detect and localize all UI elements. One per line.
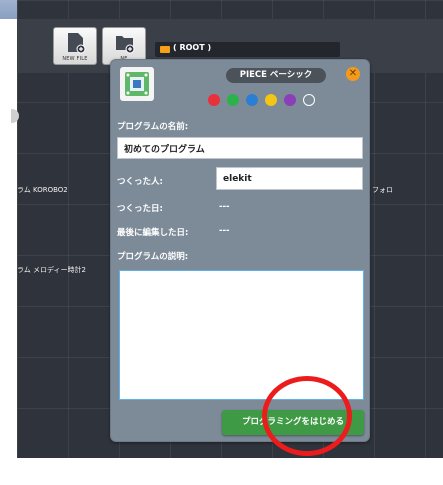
color-green-option[interactable]: [227, 94, 240, 106]
modified-date-label: 最後に編集した日:: [117, 228, 189, 238]
color-none-option[interactable]: [303, 94, 316, 106]
breadcrumb[interactable]: ( ROOT ): [155, 42, 340, 57]
program-name-field[interactable]: [117, 137, 363, 159]
color-yellow-option[interactable]: [265, 94, 278, 106]
close-button[interactable]: ✕: [346, 67, 360, 81]
file-item-melody-clock2[interactable]: ラム メロディー時計2: [17, 265, 86, 275]
program-name-label: プログラムの名前:: [117, 122, 189, 132]
color-red-option[interactable]: [208, 94, 220, 106]
modified-date-value: ---: [219, 226, 230, 236]
highlight-circle: [262, 376, 352, 456]
color-selector: [208, 94, 317, 113]
new-file-button[interactable]: NEW FILE: [53, 27, 97, 65]
folder-icon: [160, 46, 170, 53]
file-item-follow[interactable]: フォロ: [372, 185, 393, 195]
file-item-korobo2[interactable]: ラム KOROBO2: [17, 185, 68, 195]
created-date-label: つくった日:: [117, 204, 163, 214]
color-blue-option[interactable]: [246, 94, 259, 106]
description-label: プログラムの説明:: [117, 252, 189, 262]
board-type-badge[interactable]: PIECE ベーシック: [226, 68, 326, 83]
new-file-icon: [68, 33, 86, 54]
new-file-label: NEW FILE: [62, 56, 88, 62]
color-purple-option[interactable]: [284, 94, 297, 106]
piece-board-icon: [120, 67, 154, 101]
new-folder-icon: [116, 36, 135, 54]
breadcrumb-path: ( ROOT ): [173, 43, 212, 52]
created-date-value: ---: [219, 202, 230, 212]
author-label: つくった人:: [117, 177, 163, 187]
author-field[interactable]: [216, 167, 363, 190]
